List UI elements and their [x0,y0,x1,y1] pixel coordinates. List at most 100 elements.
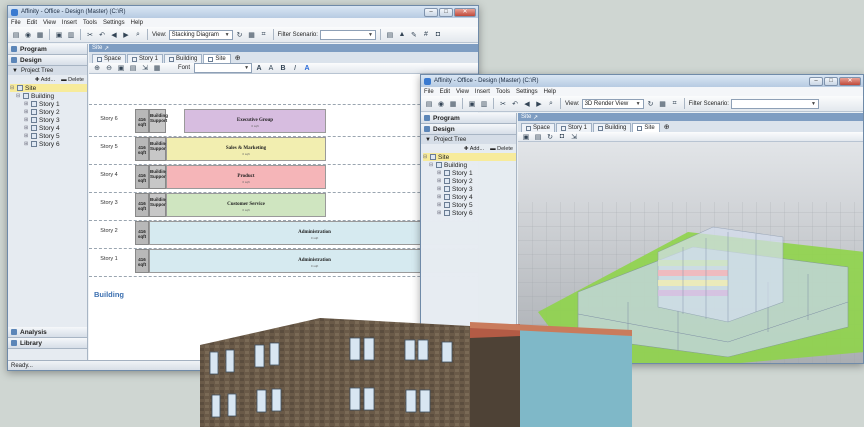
save-icon[interactable]: ▦ [448,99,458,109]
hatch-icon[interactable]: # [421,30,431,40]
export-icon[interactable]: ⇲ [140,63,150,73]
expand-icon[interactable]: ⊞ [437,194,442,200]
new-icon[interactable]: ▤ [11,30,21,40]
menu-view[interactable]: View [43,20,56,26]
camera-icon[interactable]: ◘ [433,30,443,40]
add-button[interactable]: ✚ Add... [35,77,55,83]
expand-icon[interactable]: ⊞ [24,133,29,139]
support-block[interactable]: Building Support [149,165,168,189]
expand-icon[interactable]: ⊞ [24,101,29,107]
filter-select[interactable]: ▼ [319,29,376,40]
expand-icon[interactable]: ⊞ [24,141,29,147]
new-tab-icon[interactable]: ⊕ [235,54,241,62]
render-icon[interactable]: ▣ [521,132,531,142]
save-icon[interactable]: ▦ [35,30,45,40]
print-icon[interactable]: ▦ [152,63,162,73]
library-panel-header[interactable]: Library [8,338,87,349]
tree-item-building[interactable]: ⊟ Building [10,92,87,100]
tree-item-story-2[interactable]: ⊞ Story 2 [423,177,516,185]
close-button[interactable]: ✕ [839,76,861,86]
tab-site[interactable]: Site [203,54,231,63]
program-panel-header[interactable]: Program [8,44,87,55]
font-select[interactable]: ▼ [194,63,253,73]
department-block[interactable]: Product 0 sqft [166,165,326,189]
filter-icon[interactable]: ⌗ [259,30,269,40]
tree-item-story-1[interactable]: ⊞ Story 1 [423,169,516,177]
collapse-icon[interactable]: ⊟ [429,162,434,168]
expand-icon[interactable]: ⊞ [437,202,442,208]
tree-item-story-6[interactable]: ⊞ Story 6 [423,209,516,217]
tab-space[interactable]: Space [92,54,127,63]
menu-tools[interactable]: Tools [83,20,97,26]
print-icon[interactable]: ▣ [54,30,64,40]
menu-view[interactable]: View [456,89,469,95]
cut-icon[interactable]: ✂ [498,99,508,109]
tree-item-story-6[interactable]: ⊞ Story 6 [10,140,87,148]
collapse-icon[interactable]: ⊟ [16,93,21,99]
print-icon[interactable]: ▣ [467,99,477,109]
tree-item-story-5[interactable]: ⊞ Story 5 [423,201,516,209]
tree-item-story-1[interactable]: ⊞ Story 1 [10,100,87,108]
menu-edit[interactable]: Edit [27,20,37,26]
bold-icon[interactable]: B [278,63,288,73]
zoom-in-icon[interactable]: ⊕ [92,63,102,73]
forward-icon[interactable]: ▶ [534,99,544,109]
menu-insert[interactable]: Insert [475,89,490,95]
support-block[interactable]: Building Support [149,137,168,161]
department-block[interactable]: Customer Service 0 sqft [166,193,326,217]
expand-icon[interactable]: ⊞ [24,109,29,115]
maximize-button[interactable]: □ [439,7,453,17]
tree-item-site[interactable]: ⊟ Site [423,153,516,161]
menu-insert[interactable]: Insert [62,20,77,26]
support-block[interactable]: Building Support [149,193,168,217]
close-button[interactable]: ✕ [454,7,476,17]
program-panel-header[interactable]: Program [421,113,516,124]
support-block[interactable]: Building Support [149,109,168,133]
project-tree-header[interactable]: ▼ Project Tree [421,135,516,144]
title-bar[interactable]: Affinity - Office - Design (Master) (C:\… [8,6,478,18]
view-select[interactable]: 3D Render View ▼ [581,98,644,109]
undo-icon[interactable]: ↶ [97,30,107,40]
orbit-icon[interactable]: ↻ [545,132,555,142]
forward-icon[interactable]: ▶ [121,30,131,40]
expand-icon[interactable]: ⊞ [24,117,29,123]
3d-viewport[interactable] [518,142,863,363]
minimize-button[interactable]: – [424,7,438,17]
zoom-icon[interactable]: ⌕ [133,30,143,40]
font-shrink-icon[interactable]: A [266,63,276,73]
cut-icon[interactable]: ✂ [85,30,95,40]
filter-icon[interactable]: ⌗ [670,99,680,109]
menu-settings[interactable]: Settings [516,89,538,95]
breadcrumb-site[interactable]: Site [92,45,102,51]
tree-item-story-4[interactable]: ⊞ Story 4 [10,124,87,132]
expand-icon[interactable]: ⊞ [24,125,29,131]
camera-icon[interactable]: ◘ [557,132,567,142]
undo-icon[interactable]: ↶ [510,99,520,109]
menu-file[interactable]: File [11,20,21,26]
back-icon[interactable]: ◀ [522,99,532,109]
tab-building[interactable]: Building [164,54,203,63]
pencil-icon[interactable]: ✎ [409,30,419,40]
add-button[interactable]: ✚ Add... [464,146,484,152]
menu-settings[interactable]: Settings [103,20,125,26]
font-grow-icon[interactable]: A [254,63,264,73]
layers-icon[interactable]: ▤ [533,132,543,142]
design-panel-header[interactable]: Design [421,124,516,135]
fit-icon[interactable]: ▣ [116,63,126,73]
filter-select[interactable]: ▼ [730,98,819,109]
italic-icon[interactable]: I [290,63,300,73]
tree-item-story-5[interactable]: ⊞ Story 5 [10,132,87,140]
delete-button[interactable]: ▬ Delete [61,77,84,83]
new-tab-icon[interactable]: ⊕ [664,123,670,131]
menu-help[interactable]: Help [131,20,143,26]
view-select[interactable]: Stacking Diagram ▼ [168,29,233,40]
delete-button[interactable]: ▬ Delete [490,146,513,152]
menu-tools[interactable]: Tools [496,89,510,95]
breadcrumb-site[interactable]: Site [521,114,531,120]
menu-edit[interactable]: Edit [440,89,450,95]
tree-item-building[interactable]: ⊟ Building [423,161,516,169]
expand-icon[interactable]: ⊞ [437,170,442,176]
new-icon[interactable]: ▤ [424,99,434,109]
title-bar[interactable]: Affinity - Office - Design (Master) (C:\… [421,75,863,87]
tree-item-story-2[interactable]: ⊞ Story 2 [10,108,87,116]
